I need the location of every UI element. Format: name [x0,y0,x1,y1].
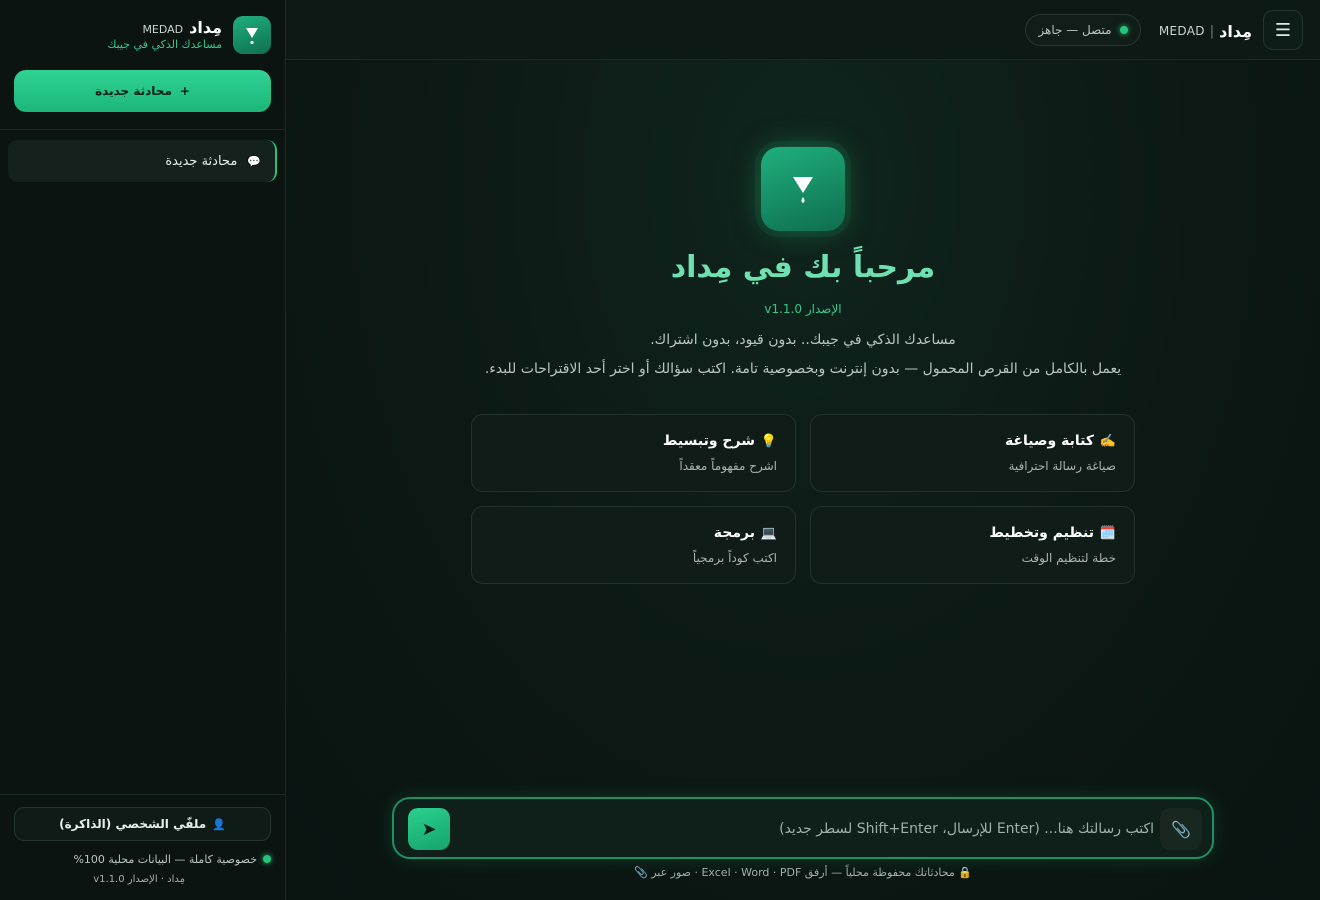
suggestion-card-coding[interactable]: 💻 برمجة اكتب كوداً برمجياً [471,506,796,584]
sidebar-logo [233,16,271,54]
hero-logo [761,147,845,231]
sidebar-brand-latin: MEDAD [142,23,184,36]
new-chat-button[interactable]: + محادثة جديدة [14,70,271,112]
sidebar-divider [0,129,285,130]
sidebar-brand-ar: مِداد [189,18,222,37]
sidebar: مِداد MEDAD مساعدك الذكي في جيبك + محادث… [0,0,285,900]
status-dot-icon [1119,26,1128,34]
hamburger-icon: ☰ [1274,19,1292,41]
suggestion-title: تنظيم وتخطيط [989,525,1094,541]
topbar: ☰ MEDAD | مِداد متصل — جاهز [286,0,1320,60]
writing-hand-icon: ✍️ [1099,433,1117,449]
history-item-label: محادثة جديدة [165,153,238,169]
attach-button[interactable]: 📎 [1160,808,1202,850]
topbar-brand-ar: مِداد [1219,21,1252,41]
chat-bubble-icon: 💬 [247,154,261,168]
topbar-brand-latin: MEDAD [1158,24,1205,38]
suggestion-subtitle: خطة لتنظيم الوقت [1021,551,1116,565]
ink-drop-icon [246,28,258,45]
connection-status-badge: متصل — جاهز [1025,14,1141,46]
history-item[interactable]: 💬 محادثة جديدة [8,140,277,182]
welcome-tagline: مساعدك الذكي في جيبك.. بدون قيود، بدون ا… [650,332,956,348]
connection-status-text: متصل — جاهز [1038,23,1112,37]
sidebar-brand: مِداد MEDAD مساعدك الذكي في جيبك [60,18,222,54]
profile-label: ملفّي الشخصي (الذاكرة) [59,817,207,831]
status-dot-icon [263,855,271,863]
laptop-icon: 💻 [760,525,778,541]
calendar-icon: 🗓️ [1099,525,1117,541]
suggestion-subtitle: اشرح مفهوماً معقداً [679,459,777,473]
sidebar-footer-divider [0,794,285,795]
suggestion-title: كتابة وصياغة [1005,433,1094,449]
suggestion-subtitle: صياغة رسالة احترافية [1008,459,1116,473]
suggestion-title: شرح وتبسيط [662,433,755,449]
send-arrow-icon: ➤ [421,818,437,840]
message-input[interactable] [464,809,1154,849]
main-area: ☰ MEDAD | مِداد متصل — جاهز مرحباً بك في… [286,0,1320,900]
sidebar-tagline: مساعدك الذكي في جيبك [107,38,222,51]
user-icon: 👤 [212,817,226,831]
plus-icon: + [179,84,190,98]
paperclip-icon: 📎 [1171,819,1191,839]
suggestion-subtitle: اكتب كوداً برمجياً [692,551,777,565]
profile-memory-button[interactable]: 👤 ملفّي الشخصي (الذاكرة) [14,807,271,841]
new-chat-label: محادثة جديدة [95,84,172,98]
app-version: الإصدار v1.1.0 [764,302,842,316]
privacy-status: خصوصية كاملة — البيانات محلية 100% [14,851,271,867]
footer-note: 🔒 محادثاتك محفوظة محلياً — أرفق Excel · … [634,866,972,879]
menu-button[interactable]: ☰ [1263,10,1303,50]
message-composer: ➤ 📎 [392,797,1214,859]
suggestion-card-writing[interactable]: ✍️ كتابة وصياغة صياغة رسالة احترافية [810,414,1135,492]
topbar-brand-separator: | [1209,23,1215,39]
welcome-title: مرحباً بك في مِداد [670,250,936,285]
suggestion-card-explain[interactable]: 💡 شرح وتبسيط اشرح مفهوماً معقداً [471,414,796,492]
lightbulb-icon: 💡 [760,433,778,449]
privacy-text: خصوصية كاملة — البيانات محلية 100% [73,852,257,866]
suggestion-card-planning[interactable]: 🗓️ تنظيم وتخطيط خطة لتنظيم الوقت [810,506,1135,584]
suggestion-title: برمجة [713,525,755,541]
welcome-description: يعمل بالكامل من القرص المحمول — بدون إنت… [484,361,1122,377]
sidebar-version: مِداد · الإصدار v1.1.0 [93,874,185,885]
ink-drop-icon [793,177,813,203]
send-button[interactable]: ➤ [408,808,450,850]
